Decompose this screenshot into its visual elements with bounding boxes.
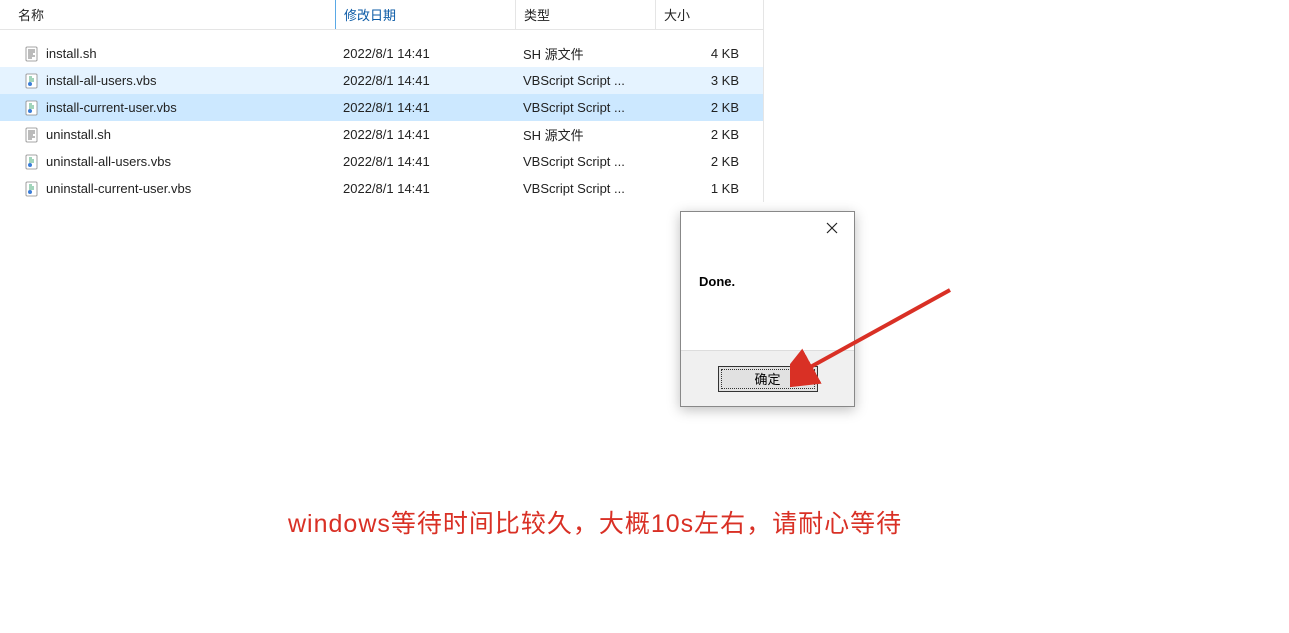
file-type-cell: SH 源文件	[515, 122, 655, 147]
file-date-cell: 2022/8/1 14:41	[335, 178, 515, 199]
annotation-text: windows等待时间比较久，大概10s左右，请耐心等待	[288, 504, 902, 540]
close-icon	[826, 221, 838, 238]
file-row[interactable]: install-all-users.vbs 2022/8/1 14:41VBScr…	[0, 67, 763, 94]
file-row[interactable]: uninstall-current-user.vbs 2022/8/1 14:41…	[0, 175, 763, 202]
file-name-cell: uninstall.sh	[0, 124, 335, 146]
column-header-date[interactable]: 修改日期	[335, 0, 515, 29]
file-size-cell: 3 KB	[655, 70, 755, 91]
file-type-cell: VBScript Script ...	[515, 70, 655, 91]
vbs-file-icon	[24, 100, 40, 116]
sh-file-icon	[24, 46, 40, 62]
column-header-type[interactable]: 类型	[515, 0, 655, 29]
file-date-cell: 2022/8/1 14:41	[335, 97, 515, 118]
file-type-cell: VBScript Script ...	[515, 97, 655, 118]
file-row[interactable]: uninstall-all-users.vbs 2022/8/1 14:41VBS…	[0, 148, 763, 175]
file-row[interactable]: install-current-user.vbs 2022/8/1 14:41VB…	[0, 94, 763, 121]
file-type-cell: SH 源文件	[515, 41, 655, 66]
file-type-cell: VBScript Script ...	[515, 178, 655, 199]
file-row[interactable]: install.sh 2022/8/1 14:41SH 源文件4 KB	[0, 40, 763, 67]
vbs-file-icon	[24, 181, 40, 197]
file-rows-container: install.sh2022/8/1 14:41SH 源文件4 KBinstal…	[0, 40, 763, 202]
dialog-message: Done.	[681, 246, 854, 350]
file-name-label: install-all-users.vbs	[46, 73, 157, 88]
vbs-file-icon	[24, 154, 40, 170]
file-name-cell: install.sh	[0, 43, 335, 65]
file-size-cell: 2 KB	[655, 151, 755, 172]
dialog-ok-button[interactable]: 确定	[718, 366, 818, 392]
file-date-cell: 2022/8/1 14:41	[335, 70, 515, 91]
file-name-label: uninstall.sh	[46, 127, 111, 142]
file-row[interactable]: uninstall.sh 2022/8/1 14:41SH 源文件2 KB	[0, 121, 763, 148]
file-name-cell: uninstall-current-user.vbs	[0, 178, 335, 200]
message-dialog: Done. 确定	[680, 211, 855, 407]
file-date-cell: 2022/8/1 14:41	[335, 151, 515, 172]
file-name-label: uninstall-current-user.vbs	[46, 181, 191, 196]
file-list-panel: 名称 修改日期 类型 大小 install.sh2022/8/1 14:41SH…	[0, 0, 764, 202]
sh-file-icon	[24, 127, 40, 143]
file-size-cell: 1 KB	[655, 178, 755, 199]
file-type-cell: VBScript Script ...	[515, 151, 655, 172]
vbs-file-icon	[24, 73, 40, 89]
file-size-cell: 2 KB	[655, 97, 755, 118]
file-date-cell: 2022/8/1 14:41	[335, 124, 515, 145]
file-size-cell: 2 KB	[655, 124, 755, 145]
file-name-label: install.sh	[46, 46, 97, 61]
file-name-label: uninstall-all-users.vbs	[46, 154, 171, 169]
dialog-footer: 确定	[681, 350, 854, 406]
column-header-row: 名称 修改日期 类型 大小	[0, 0, 763, 30]
file-name-cell: uninstall-all-users.vbs	[0, 151, 335, 173]
file-size-cell: 4 KB	[655, 43, 755, 64]
file-date-cell: 2022/8/1 14:41	[335, 43, 515, 64]
dialog-titlebar	[681, 212, 854, 246]
file-name-cell: install-all-users.vbs	[0, 70, 335, 92]
column-header-name[interactable]: 名称	[0, 0, 335, 29]
file-name-label: install-current-user.vbs	[46, 100, 177, 115]
dialog-close-button[interactable]	[810, 214, 854, 244]
file-name-cell: install-current-user.vbs	[0, 97, 335, 119]
column-header-size[interactable]: 大小	[655, 0, 755, 29]
